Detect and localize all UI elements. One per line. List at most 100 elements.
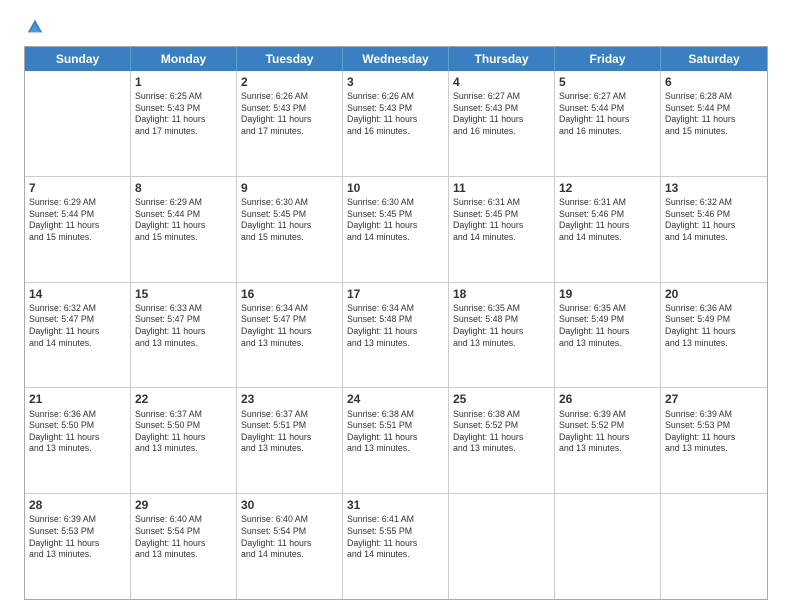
calendar-row: 28Sunrise: 6:39 AM Sunset: 5:53 PM Dayli… [25, 494, 767, 599]
calendar-header-cell: Sunday [25, 47, 131, 71]
calendar-cell: 20Sunrise: 6:36 AM Sunset: 5:49 PM Dayli… [661, 283, 767, 388]
calendar-row: 21Sunrise: 6:36 AM Sunset: 5:50 PM Dayli… [25, 388, 767, 494]
cell-info: Sunrise: 6:26 AM Sunset: 5:43 PM Dayligh… [347, 91, 444, 137]
calendar-cell: 13Sunrise: 6:32 AM Sunset: 5:46 PM Dayli… [661, 177, 767, 282]
day-number: 11 [453, 180, 550, 196]
day-number: 17 [347, 286, 444, 302]
cell-info: Sunrise: 6:26 AM Sunset: 5:43 PM Dayligh… [241, 91, 338, 137]
calendar-cell [449, 494, 555, 599]
cell-info: Sunrise: 6:30 AM Sunset: 5:45 PM Dayligh… [347, 197, 444, 243]
day-number: 9 [241, 180, 338, 196]
calendar-cell: 27 Sunrise: 6:39 AM Sunset: 5:53 PM Dayli… [661, 388, 767, 493]
day-number: 12 [559, 180, 656, 196]
calendar-cell: 23 Sunrise: 6:37 AM Sunset: 5:51 PM Dayli… [237, 388, 343, 493]
calendar-cell: 16Sunrise: 6:34 AM Sunset: 5:47 PM Dayli… [237, 283, 343, 388]
day-number: 22 [135, 391, 232, 407]
calendar-cell [661, 494, 767, 599]
day-number: 27 [665, 391, 763, 407]
day-number: 13 [665, 180, 763, 196]
calendar-cell: 5Sunrise: 6:27 AM Sunset: 5:44 PM Daylig… [555, 71, 661, 176]
cell-info: Sunrise: 6:34 AM Sunset: 5:48 PM Dayligh… [347, 303, 444, 349]
cell-info: Sunrise: 6:39 AM Sunset: 5:53 PM Dayligh… [29, 514, 126, 560]
cell-info: Sunrise: 6:33 AM Sunset: 5:47 PM Dayligh… [135, 303, 232, 349]
day-number: 3 [347, 74, 444, 90]
calendar-cell: 10Sunrise: 6:30 AM Sunset: 5:45 PM Dayli… [343, 177, 449, 282]
calendar-cell: 31Sunrise: 6:41 AM Sunset: 5:55 PM Dayli… [343, 494, 449, 599]
calendar-cell: 1Sunrise: 6:25 AM Sunset: 5:43 PM Daylig… [131, 71, 237, 176]
calendar-header: SundayMondayTuesdayWednesdayThursdayFrid… [25, 47, 767, 71]
calendar-cell: 22 Sunrise: 6:37 AM Sunset: 5:50 PM Dayli… [131, 388, 237, 493]
calendar-cell: 3Sunrise: 6:26 AM Sunset: 5:43 PM Daylig… [343, 71, 449, 176]
day-number: 23 [241, 391, 338, 407]
cell-info: Sunrise: 6:32 AM Sunset: 5:46 PM Dayligh… [665, 197, 763, 243]
calendar-cell: 9Sunrise: 6:30 AM Sunset: 5:45 PM Daylig… [237, 177, 343, 282]
cell-info: Sunrise: 6:27 AM Sunset: 5:43 PM Dayligh… [453, 91, 550, 137]
calendar-cell: 7Sunrise: 6:29 AM Sunset: 5:44 PM Daylig… [25, 177, 131, 282]
day-number: 8 [135, 180, 232, 196]
day-number: 7 [29, 180, 126, 196]
cell-info: Sunrise: 6:40 AM Sunset: 5:54 PM Dayligh… [135, 514, 232, 560]
day-number: 10 [347, 180, 444, 196]
calendar-cell: 28Sunrise: 6:39 AM Sunset: 5:53 PM Dayli… [25, 494, 131, 599]
calendar-body: 1Sunrise: 6:25 AM Sunset: 5:43 PM Daylig… [25, 71, 767, 599]
day-number: 14 [29, 286, 126, 302]
cell-info: Sunrise: 6:29 AM Sunset: 5:44 PM Dayligh… [135, 197, 232, 243]
day-number: 29 [135, 497, 232, 513]
calendar-row: 7Sunrise: 6:29 AM Sunset: 5:44 PM Daylig… [25, 177, 767, 283]
cell-info: Sunrise: 6:31 AM Sunset: 5:45 PM Dayligh… [453, 197, 550, 243]
day-number: 25 [453, 391, 550, 407]
cell-info: Sunrise: 6:41 AM Sunset: 5:55 PM Dayligh… [347, 514, 444, 560]
calendar-row: 1Sunrise: 6:25 AM Sunset: 5:43 PM Daylig… [25, 71, 767, 177]
calendar-cell: 18Sunrise: 6:35 AM Sunset: 5:48 PM Dayli… [449, 283, 555, 388]
logo [24, 18, 44, 36]
cell-info: Sunrise: 6:30 AM Sunset: 5:45 PM Dayligh… [241, 197, 338, 243]
calendar-cell: 26Sunrise: 6:39 AM Sunset: 5:52 PM Dayli… [555, 388, 661, 493]
calendar-cell: 25 Sunrise: 6:38 AM Sunset: 5:52 PM Dayli… [449, 388, 555, 493]
day-number: 20 [665, 286, 763, 302]
cell-info: Sunrise: 6:35 AM Sunset: 5:48 PM Dayligh… [453, 303, 550, 349]
page: SundayMondayTuesdayWednesdayThursdayFrid… [0, 0, 792, 612]
calendar-cell: 24 Sunrise: 6:38 AM Sunset: 5:51 PM Dayli… [343, 388, 449, 493]
cell-info: Sunrise: 6:35 AM Sunset: 5:49 PM Dayligh… [559, 303, 656, 349]
cell-info: Sunrise: 6:29 AM Sunset: 5:44 PM Dayligh… [29, 197, 126, 243]
calendar-cell: 11Sunrise: 6:31 AM Sunset: 5:45 PM Dayli… [449, 177, 555, 282]
day-number: 19 [559, 286, 656, 302]
calendar-row: 14Sunrise: 6:32 AM Sunset: 5:47 PM Dayli… [25, 283, 767, 389]
cell-info: Sunrise: 6:32 AM Sunset: 5:47 PM Dayligh… [29, 303, 126, 349]
calendar-header-cell: Thursday [449, 47, 555, 71]
day-number: 5 [559, 74, 656, 90]
calendar-cell: 19Sunrise: 6:35 AM Sunset: 5:49 PM Dayli… [555, 283, 661, 388]
cell-info: Sunrise: 6:39 AM Sunset: 5:53 PM Dayligh… [665, 409, 763, 455]
day-number: 16 [241, 286, 338, 302]
cell-info: Sunrise: 6:31 AM Sunset: 5:46 PM Dayligh… [559, 197, 656, 243]
cell-info: Sunrise: 6:39 AM Sunset: 5:52 PM Dayligh… [559, 409, 656, 455]
cell-info: Sunrise: 6:25 AM Sunset: 5:43 PM Dayligh… [135, 91, 232, 137]
calendar-cell: 21Sunrise: 6:36 AM Sunset: 5:50 PM Dayli… [25, 388, 131, 493]
calendar-cell: 4Sunrise: 6:27 AM Sunset: 5:43 PM Daylig… [449, 71, 555, 176]
header [24, 18, 768, 36]
calendar-cell: 17Sunrise: 6:34 AM Sunset: 5:48 PM Dayli… [343, 283, 449, 388]
calendar-cell: 2Sunrise: 6:26 AM Sunset: 5:43 PM Daylig… [237, 71, 343, 176]
day-number: 31 [347, 497, 444, 513]
calendar-cell: 8Sunrise: 6:29 AM Sunset: 5:44 PM Daylig… [131, 177, 237, 282]
day-number: 2 [241, 74, 338, 90]
day-number: 24 [347, 391, 444, 407]
calendar-cell [25, 71, 131, 176]
cell-info: Sunrise: 6:38 AM Sunset: 5:52 PM Dayligh… [453, 409, 550, 455]
day-number: 30 [241, 497, 338, 513]
calendar-cell: 6Sunrise: 6:28 AM Sunset: 5:44 PM Daylig… [661, 71, 767, 176]
calendar-cell: 14Sunrise: 6:32 AM Sunset: 5:47 PM Dayli… [25, 283, 131, 388]
logo-icon [26, 18, 44, 36]
day-number: 21 [29, 391, 126, 407]
calendar-cell: 30Sunrise: 6:40 AM Sunset: 5:54 PM Dayli… [237, 494, 343, 599]
cell-info: Sunrise: 6:37 AM Sunset: 5:50 PM Dayligh… [135, 409, 232, 455]
calendar-header-cell: Saturday [661, 47, 767, 71]
cell-info: Sunrise: 6:36 AM Sunset: 5:49 PM Dayligh… [665, 303, 763, 349]
cell-info: Sunrise: 6:38 AM Sunset: 5:51 PM Dayligh… [347, 409, 444, 455]
cell-info: Sunrise: 6:28 AM Sunset: 5:44 PM Dayligh… [665, 91, 763, 137]
calendar-header-cell: Friday [555, 47, 661, 71]
calendar-header-cell: Tuesday [237, 47, 343, 71]
cell-info: Sunrise: 6:40 AM Sunset: 5:54 PM Dayligh… [241, 514, 338, 560]
day-number: 15 [135, 286, 232, 302]
cell-info: Sunrise: 6:37 AM Sunset: 5:51 PM Dayligh… [241, 409, 338, 455]
